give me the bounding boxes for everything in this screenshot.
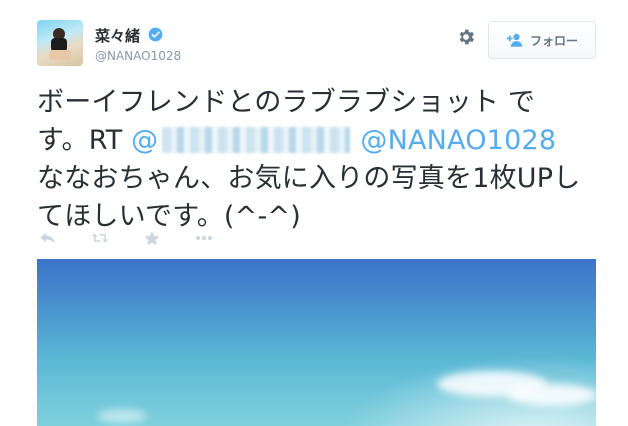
follow-user-icon <box>506 33 523 47</box>
gear-icon[interactable] <box>456 27 476 47</box>
tweet-line-1: ボーイフレンドとのラブラブショット で <box>37 87 536 118</box>
more-button[interactable] <box>193 227 215 249</box>
retweet-button[interactable] <box>89 227 111 249</box>
tweet-line-2-prefix: す。RT <box>37 125 132 156</box>
tweet-text: ボーイフレンドとのラブラブショット で す。RT @ @NANAO1028 ななお… <box>37 84 597 236</box>
reply-icon <box>40 232 55 244</box>
tweet-photo[interactable] <box>37 259 596 426</box>
tweet-line-3: ななおちゃん、お気に入りの写真を1枚UPし <box>37 163 581 194</box>
avatar[interactable] <box>37 20 83 66</box>
more-dots-icon <box>195 235 213 241</box>
screen-name[interactable]: @NANAO1028 <box>95 49 181 63</box>
reply-button[interactable] <box>37 227 59 249</box>
hidden-mention-at: @ <box>131 125 159 156</box>
avatar-figure-legs <box>49 50 71 60</box>
display-name[interactable]: 菜々緒 <box>95 25 140 46</box>
tweet-actions <box>37 227 245 249</box>
star-icon <box>144 231 160 246</box>
photo-cloud <box>97 409 147 423</box>
tweet-line-2: す。RT @ @NANAO1028 <box>37 122 597 160</box>
retweet-icon <box>91 233 109 243</box>
hidden-mention-link[interactable]: @ <box>131 125 360 156</box>
follow-button[interactable]: フォロー <box>488 21 596 59</box>
blurred-username <box>162 127 351 153</box>
favorite-button[interactable] <box>141 227 163 249</box>
photo-cloud <box>507 384 596 406</box>
verified-badge-icon <box>148 27 163 42</box>
mention-link[interactable]: @NANAO1028 <box>360 125 556 156</box>
follow-button-label: フォロー <box>529 33 578 48</box>
